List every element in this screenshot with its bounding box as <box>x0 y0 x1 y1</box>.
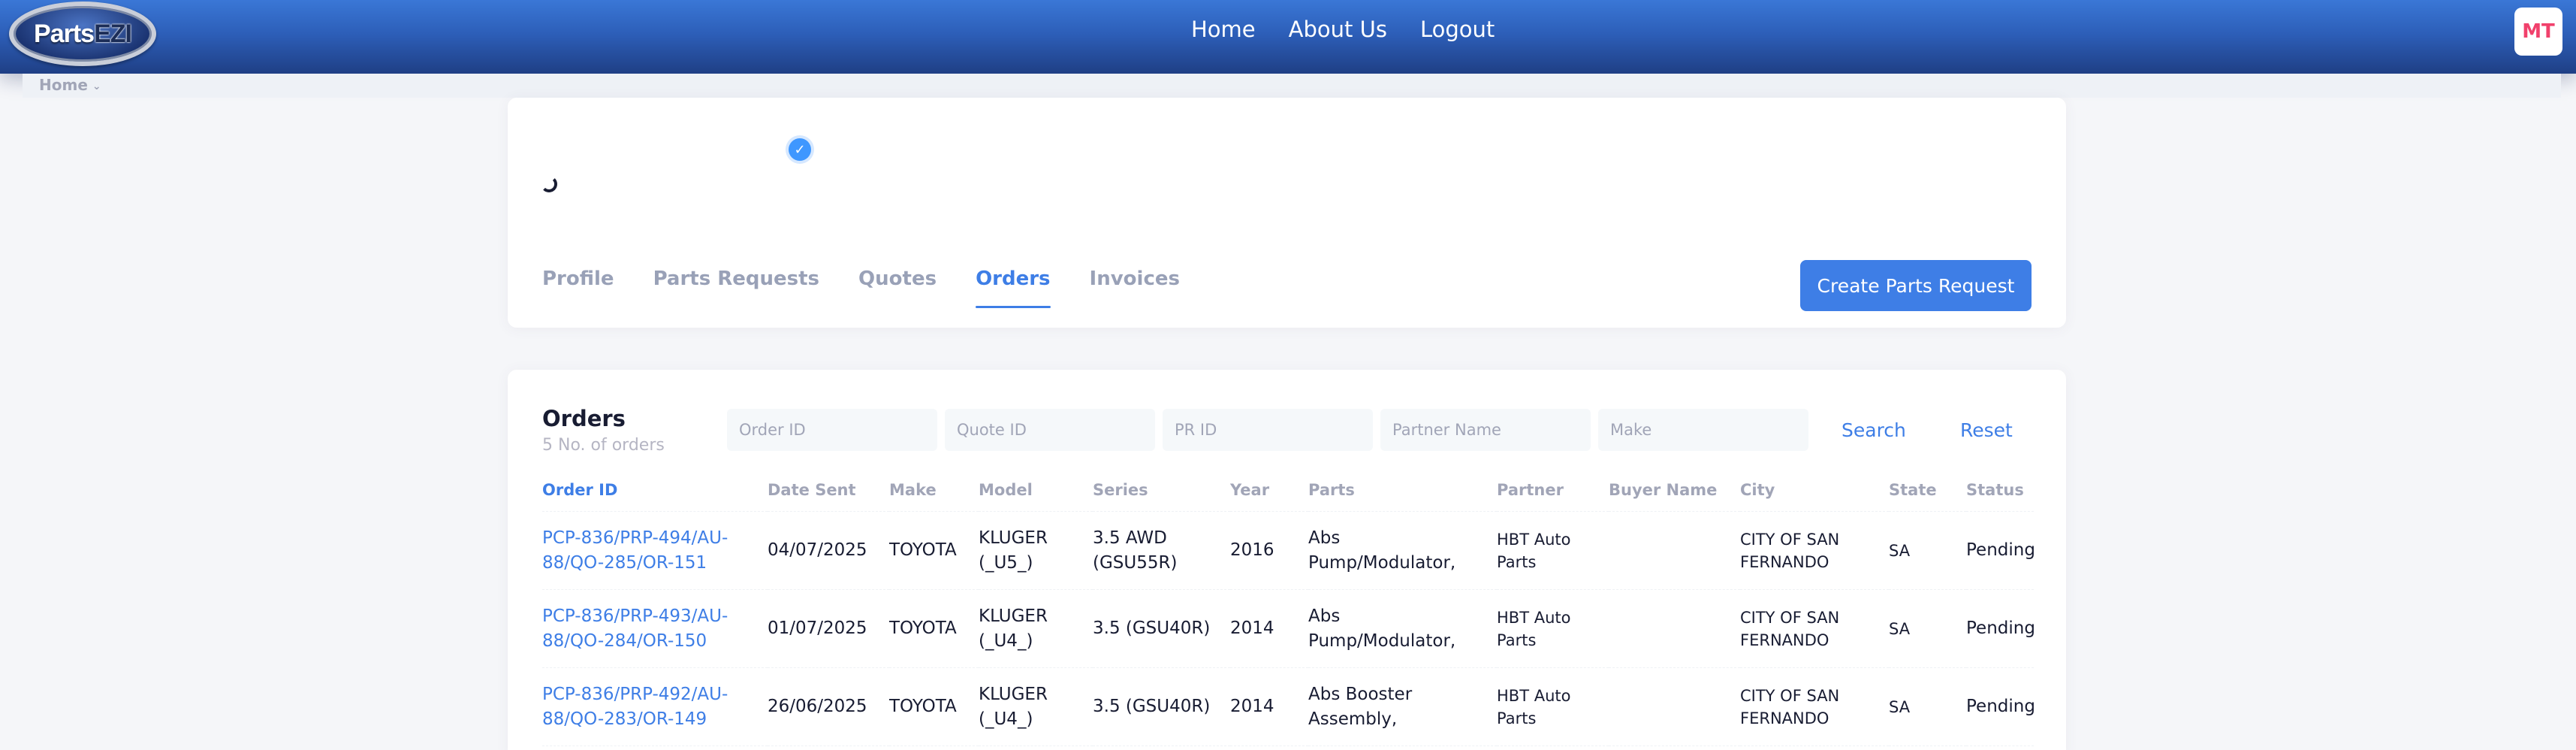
orders-table: Order ID Date Sent Make Model Series Yea… <box>542 481 2035 746</box>
series-cell: 3.5 (GSU40R) <box>1093 667 1230 746</box>
breadcrumb: Home ⌄ <box>39 76 101 94</box>
logo-text: PartsEZI <box>34 19 132 49</box>
nav-about-link[interactable]: About Us <box>1289 17 1387 42</box>
order-id-filter-input[interactable] <box>727 409 937 451</box>
partner-name-filter-input[interactable] <box>1380 409 1591 451</box>
col-city[interactable]: City <box>1740 481 1889 512</box>
buyer-name-cell <box>1609 667 1740 746</box>
reset-button[interactable]: Reset <box>1960 419 2013 441</box>
col-status[interactable]: Status <box>1966 481 2034 512</box>
col-buyer-name[interactable]: Buyer Name <box>1609 481 1740 512</box>
series-cell: 3.5 (GSU40R) <box>1093 589 1230 668</box>
col-year[interactable]: Year <box>1230 481 1308 512</box>
model-cell: KLUGER (_U4_) <box>979 589 1093 668</box>
make-cell: TOYOTA <box>889 667 979 746</box>
tab-profile[interactable]: Profile <box>542 268 614 308</box>
nav-logout-link[interactable]: Logout <box>1420 17 1495 42</box>
table-row[interactable]: PCP-836/PRP-494/AU-88/QO-285/OR-151 04/0… <box>542 511 2035 590</box>
col-series[interactable]: Series <box>1093 481 1230 512</box>
breadcrumb-bar <box>23 74 2561 98</box>
col-state[interactable]: State <box>1889 481 1966 512</box>
year-cell: 2014 <box>1230 667 1308 746</box>
tab-orders[interactable]: Orders <box>976 268 1051 308</box>
logo-text-main: Parts <box>34 19 95 48</box>
profile-card: ✓ Profile Parts Requests Quotes Orders I… <box>508 98 2066 328</box>
partsezi-logo[interactable]: PartsEZI <box>9 2 156 66</box>
chevron-down-icon[interactable]: ⌄ <box>92 80 101 92</box>
state-cell: SA <box>1889 511 1966 590</box>
parts-cell: Abs Pump/Modulator, <box>1308 589 1497 668</box>
status-cell: Pending <box>1966 589 2035 668</box>
parts-cell: Abs Booster Assembly, <box>1308 667 1497 746</box>
buyer-name-cell <box>1609 511 1740 590</box>
status-cell: Pending <box>1966 511 2035 590</box>
col-model[interactable]: Model <box>979 481 1093 512</box>
quote-id-filter-input[interactable] <box>945 409 1155 451</box>
year-cell: 2016 <box>1230 511 1308 590</box>
year-cell: 2014 <box>1230 589 1308 668</box>
top-navbar: PartsEZI Home About Us Logout MT <box>0 0 2576 74</box>
date-sent-cell: 26/06/2025 <box>768 667 889 746</box>
make-cell: TOYOTA <box>889 589 979 668</box>
state-cell: SA <box>1889 667 1966 746</box>
nav-home-link[interactable]: Home <box>1191 17 1256 42</box>
order-id-link[interactable]: PCP-836/PRP-494/AU-88/QO-285/OR-151 <box>542 511 768 590</box>
col-order-id[interactable]: Order ID <box>542 481 768 512</box>
pr-id-filter-input[interactable] <box>1163 409 1373 451</box>
verified-badge-icon: ✓ <box>789 138 811 161</box>
make-filter-input[interactable] <box>1598 409 1808 451</box>
partner-cell: HBT Auto Parts <box>1497 511 1609 590</box>
model-cell: KLUGER (_U5_) <box>979 511 1093 590</box>
parts-cell: Abs Pump/Modulator, <box>1308 511 1497 590</box>
date-sent-cell: 01/07/2025 <box>768 589 889 668</box>
user-avatar[interactable]: MT <box>2514 8 2562 56</box>
tab-quotes[interactable]: Quotes <box>858 268 937 308</box>
order-id-link[interactable]: PCP-836/PRP-493/AU-88/QO-284/OR-150 <box>542 589 768 668</box>
order-id-link[interactable]: PCP-836/PRP-492/AU-88/QO-283/OR-149 <box>542 667 768 746</box>
state-cell: SA <box>1889 589 1966 668</box>
city-cell: CITY OF SAN FERNANDO <box>1740 667 1889 746</box>
tab-parts-requests[interactable]: Parts Requests <box>653 268 819 308</box>
date-sent-cell: 04/07/2025 <box>768 511 889 590</box>
status-cell: Pending <box>1966 667 2035 746</box>
main-nav: Home About Us Logout <box>1191 17 1495 42</box>
col-make[interactable]: Make <box>889 481 979 512</box>
col-date-sent[interactable]: Date Sent <box>768 481 889 512</box>
table-header-row: Order ID Date Sent Make Model Series Yea… <box>542 481 2034 512</box>
col-parts[interactable]: Parts <box>1308 481 1497 512</box>
table-row[interactable]: PCP-836/PRP-492/AU-88/QO-283/OR-149 26/0… <box>542 667 2035 746</box>
profile-tabs: Profile Parts Requests Quotes Orders Inv… <box>542 268 1219 308</box>
col-partner[interactable]: Partner <box>1497 481 1609 512</box>
loading-spinner-icon <box>541 176 557 192</box>
buyer-name-cell <box>1609 589 1740 668</box>
partner-cell: HBT Auto Parts <box>1497 667 1609 746</box>
tab-invoices[interactable]: Invoices <box>1090 268 1180 308</box>
logo-text-accent: EZI <box>94 19 132 48</box>
city-cell: CITY OF SAN FERNANDO <box>1740 511 1889 590</box>
partner-cell: HBT Auto Parts <box>1497 589 1609 668</box>
orders-card: Orders 5 No. of orders Search Reset Orde… <box>508 370 2066 750</box>
city-cell: CITY OF SAN FERNANDO <box>1740 589 1889 668</box>
table-row[interactable]: PCP-836/PRP-493/AU-88/QO-284/OR-150 01/0… <box>542 589 2035 668</box>
orders-count: 5 No. of orders <box>542 436 665 455</box>
search-button[interactable]: Search <box>1842 419 1906 441</box>
create-parts-request-button[interactable]: Create Parts Request <box>1800 260 2032 311</box>
model-cell: KLUGER (_U4_) <box>979 667 1093 746</box>
series-cell: 3.5 AWD (GSU55R) <box>1093 511 1230 590</box>
make-cell: TOYOTA <box>889 511 979 590</box>
orders-title: Orders <box>542 406 626 431</box>
breadcrumb-home[interactable]: Home <box>39 76 88 94</box>
